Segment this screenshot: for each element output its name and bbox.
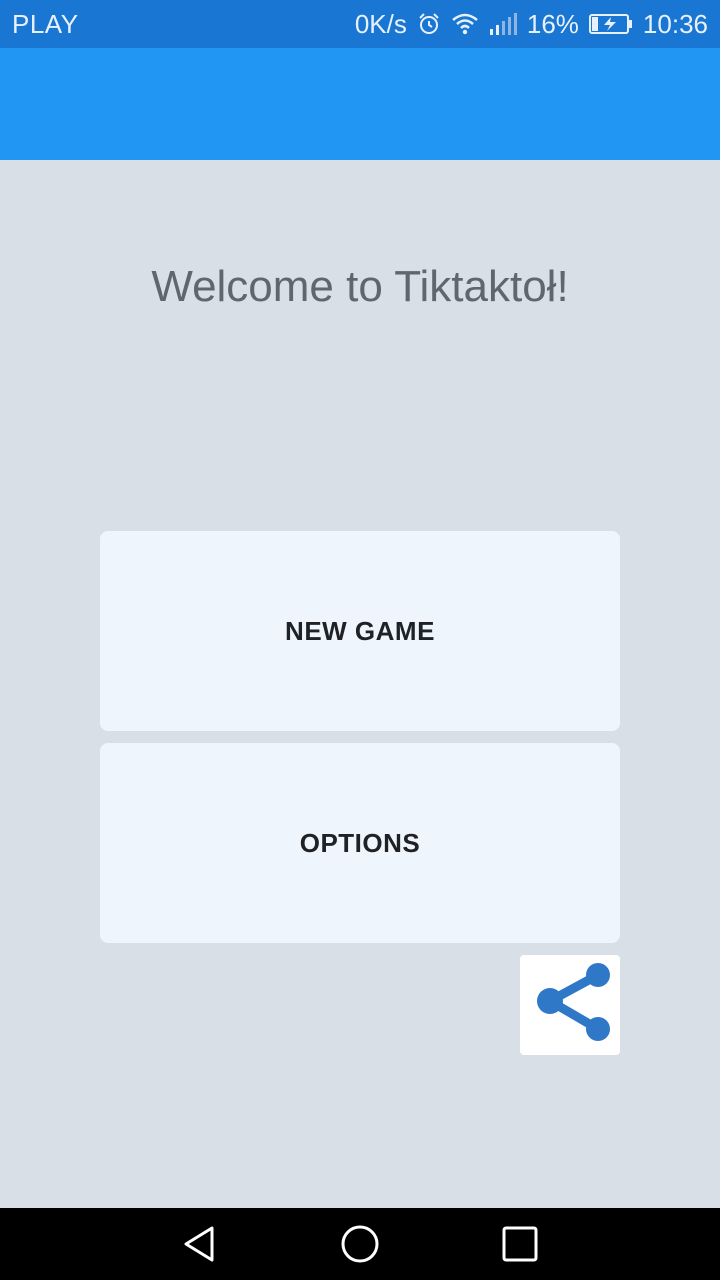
home-icon — [340, 1224, 380, 1269]
recents-icon — [500, 1224, 540, 1269]
navigation-bar — [0, 1208, 720, 1280]
net-speed-label: 0K/s — [354, 8, 407, 39]
new-game-button[interactable]: NEW GAME — [100, 531, 620, 731]
back-icon — [180, 1224, 220, 1269]
options-button[interactable]: OPTIONS — [100, 743, 620, 943]
app-bar — [0, 48, 720, 160]
app-screen: PLAY 0K/s 16% 10:36 Welcome to Tiktaktoł… — [0, 0, 720, 1280]
carrier-label: PLAY — [12, 8, 79, 39]
signal-icon — [489, 12, 517, 36]
recents-button[interactable] — [500, 1226, 540, 1266]
alarm-icon — [417, 12, 441, 36]
clock-label: 10:36 — [642, 8, 708, 39]
status-indicators: 0K/s 16% 10:36 — [355, 9, 708, 40]
home-button[interactable] — [340, 1224, 380, 1269]
back-button[interactable] — [180, 1226, 220, 1266]
welcome-title: Welcome to Tiktaktoł! — [151, 262, 569, 311]
share-icon — [520, 955, 620, 1055]
share-button[interactable] — [520, 955, 620, 1055]
battery-percent-label: 16% — [526, 8, 579, 39]
battery-charging-icon — [588, 13, 633, 35]
wifi-icon — [451, 12, 479, 36]
status-bar: PLAY 0K/s 16% 10:36 — [0, 0, 720, 48]
